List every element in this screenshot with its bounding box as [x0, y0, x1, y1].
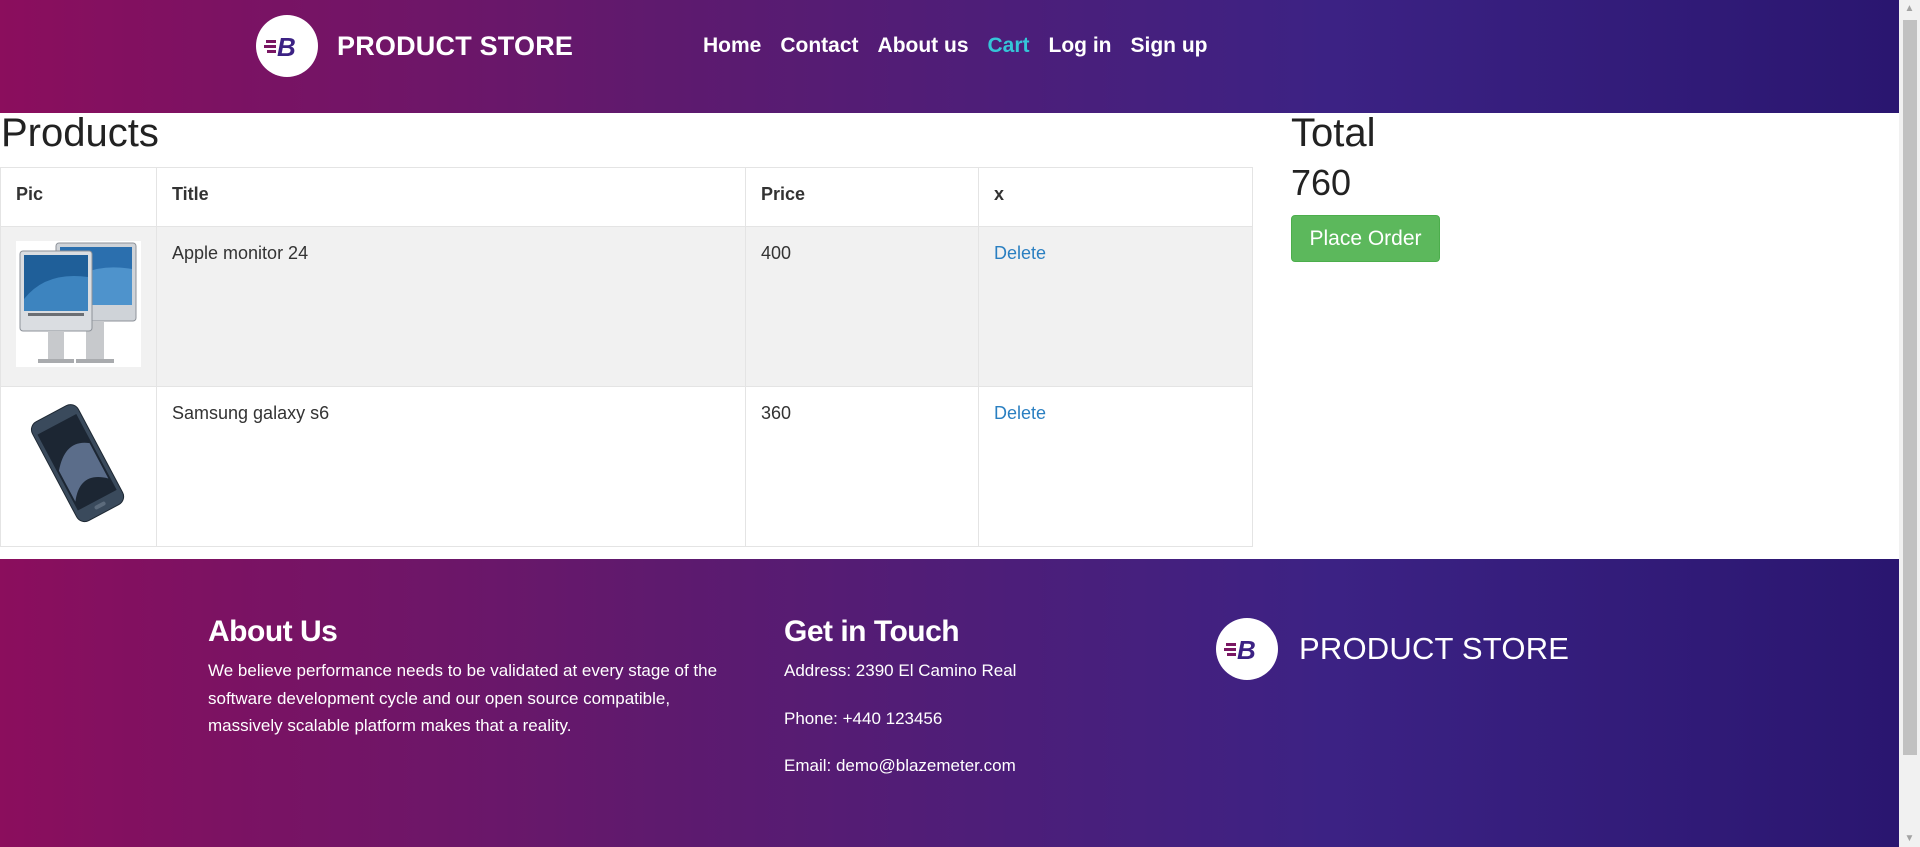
nav-about-us[interactable]: About us [878, 33, 969, 59]
footer-about: About Us We believe performance needs to… [208, 615, 743, 740]
footer-email: Email: demo@blazemeter.com [784, 756, 1016, 775]
total-heading: Total [1291, 111, 1376, 155]
header-price: Price [745, 167, 979, 227]
table-row: Apple monitor 24 400 Delete [0, 226, 1253, 387]
product-title: Apple monitor 24 [156, 226, 746, 387]
cart-table: Pic Title Price x Apple monitor 24 400 D… [0, 167, 1253, 547]
footer: About Us We believe performance needs to… [0, 559, 1899, 847]
nav-home[interactable]: Home [703, 33, 761, 59]
product-pic-cell [0, 386, 157, 547]
footer-about-heading: About Us [208, 615, 338, 648]
footer-phone: Phone: +440 123456 [784, 708, 943, 728]
scrollbar-thumb[interactable] [1903, 20, 1917, 755]
nav-sign-up[interactable]: Sign up [1131, 33, 1208, 59]
samsung-phone-image [16, 401, 141, 527]
product-price: 360 [745, 386, 979, 547]
footer-contact-heading: Get in Touch [784, 615, 960, 648]
delete-link[interactable]: Delete [994, 403, 1046, 423]
brand-name: PRODUCT STORE [337, 30, 574, 61]
scroll-down-arrow-icon[interactable]: ▼ [1899, 830, 1920, 847]
nav-log-in[interactable]: Log in [1049, 33, 1112, 59]
footer-brand: B PRODUCT STORE [1216, 618, 1569, 680]
blazemeter-logo-icon: B [256, 15, 318, 77]
footer-brand-name: PRODUCT STORE [1299, 631, 1570, 666]
svg-text:B: B [1237, 635, 1256, 664]
footer-contact: Get in Touch Address: 2390 El Camino Rea… [784, 615, 1144, 800]
product-price: 400 [745, 226, 979, 387]
footer-address: Address: 2390 El Camino Real [784, 661, 1017, 680]
header-x: x [978, 167, 1253, 227]
vertical-scrollbar[interactable]: ▲ ▼ [1899, 0, 1920, 847]
blazemeter-logo-icon: B [1216, 618, 1278, 680]
place-order-button[interactable]: Place Order [1291, 215, 1440, 262]
footer-about-text: We believe performance needs to be valid… [208, 661, 718, 735]
product-pic-cell [0, 226, 157, 387]
navbar: B PRODUCT STORE Home Contact About us Ca… [0, 0, 1899, 113]
table-header-row: Pic Title Price x [0, 167, 1253, 227]
product-action-cell: Delete [978, 226, 1253, 387]
brand-link[interactable]: B PRODUCT STORE [256, 15, 573, 77]
total-value: 760 [1291, 162, 1352, 203]
apple-monitor-image [16, 241, 141, 367]
delete-link[interactable]: Delete [994, 243, 1046, 263]
table-row: Samsung galaxy s6 360 Delete [0, 386, 1253, 547]
products-heading: Products [1, 111, 159, 155]
main-nav: Home Contact About us Cart Log in Sign u… [703, 33, 1227, 59]
scroll-up-arrow-icon[interactable]: ▲ [1899, 0, 1920, 17]
nav-contact[interactable]: Contact [780, 33, 858, 59]
header-title: Title [156, 167, 746, 227]
svg-text:B: B [277, 32, 296, 61]
nav-cart[interactable]: Cart [988, 33, 1030, 59]
product-action-cell: Delete [978, 386, 1253, 547]
product-title: Samsung galaxy s6 [156, 386, 746, 547]
header-pic: Pic [0, 167, 157, 227]
